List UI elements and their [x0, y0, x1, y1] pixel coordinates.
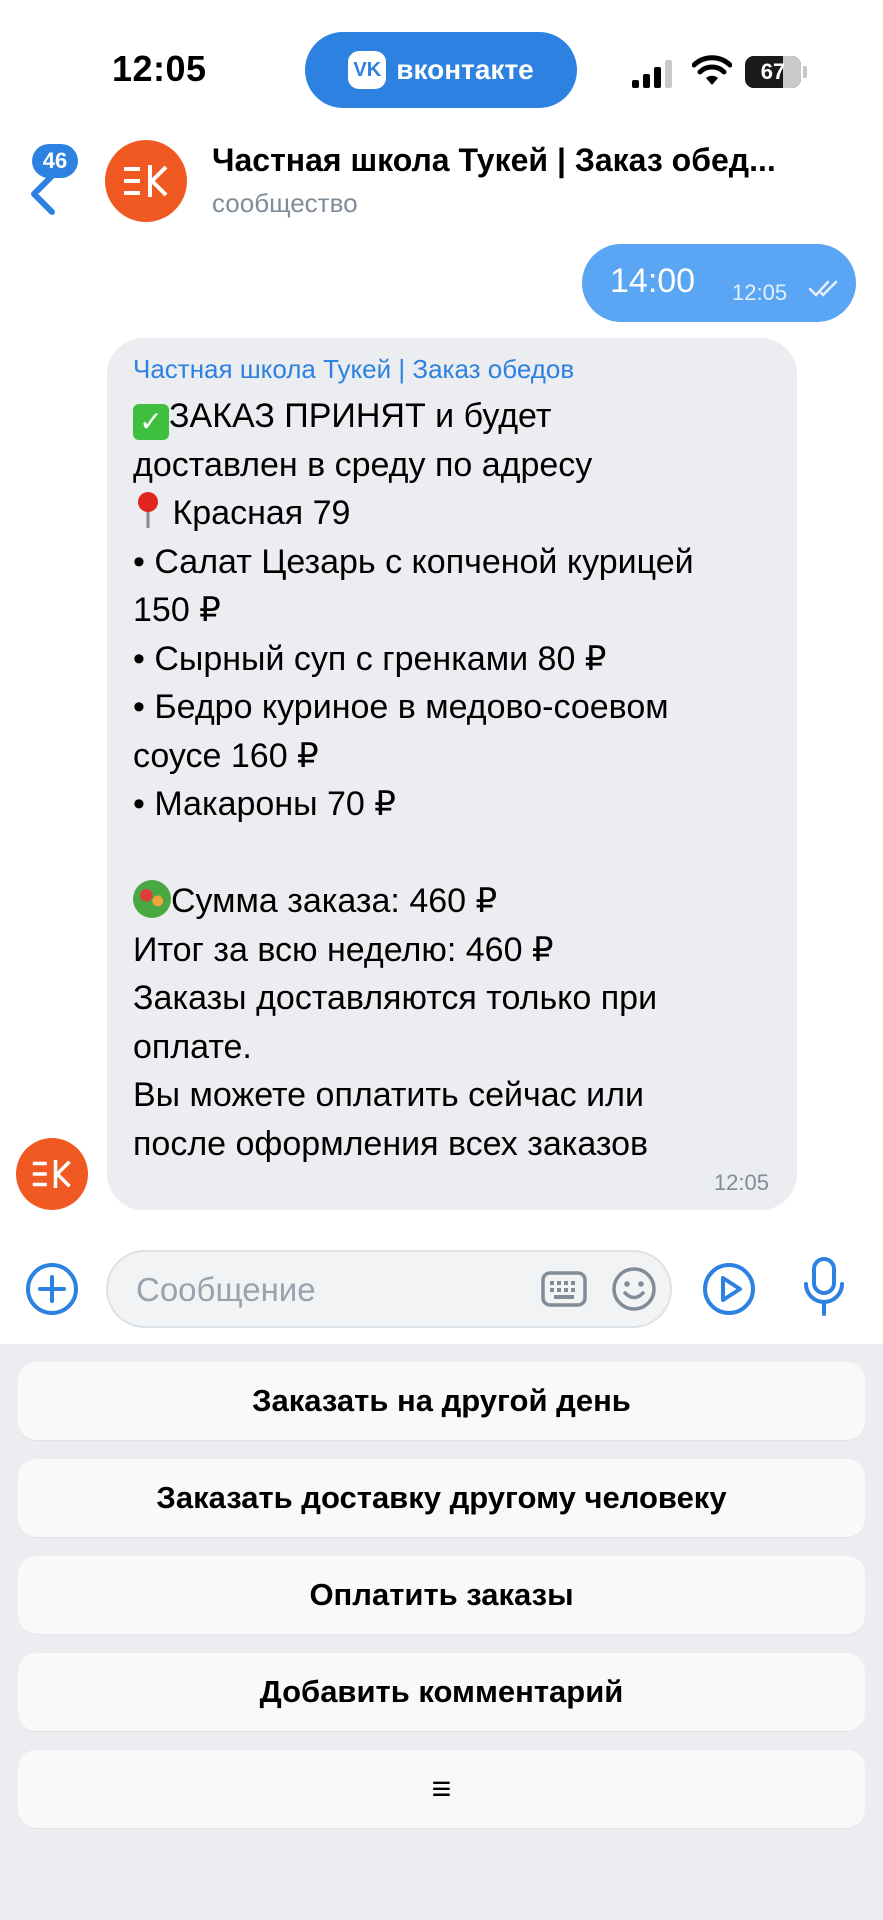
message-line: Заказы доставляются только при	[133, 979, 658, 1017]
plus-circle-icon	[26, 1263, 78, 1315]
message-sender-name[interactable]: Частная школа Тукей | Заказ обедов	[133, 354, 574, 385]
community-avatar[interactable]	[105, 140, 187, 222]
message-input[interactable]	[134, 1252, 518, 1328]
vk-app-pill[interactable]: VK вконтакте	[305, 32, 577, 108]
message-list: 14:00 12:05 Частная школа Тукей | Заказ …	[0, 240, 883, 1220]
incoming-message[interactable]: Частная школа Тукей | Заказ обедов ✓ ЗАКА…	[107, 338, 797, 1210]
map-pin-emoji-icon	[133, 490, 163, 530]
battery-percentage: 67	[760, 59, 786, 84]
sender-avatar[interactable]	[16, 1138, 88, 1210]
vk-logo-icon: VK	[348, 51, 387, 89]
smile-icon	[612, 1267, 656, 1311]
message-line: Вы можете оплатить сейчас или	[133, 1076, 644, 1114]
incoming-message-time: 12:05	[713, 1170, 769, 1195]
message-line: Красная 79	[133, 489, 793, 538]
menu-button[interactable]: ≡	[18, 1750, 865, 1828]
status-bar: 12:05 VK вконтакте 67	[0, 0, 883, 130]
message-line-blank	[133, 829, 793, 878]
message-line: Итог за всю неделю: 460 ₽	[133, 930, 554, 969]
chat-title[interactable]: Частная школа Тукей | Заказ обед...	[212, 142, 852, 179]
message-line: оплате.	[133, 1027, 252, 1066]
composer-bar	[0, 1222, 883, 1344]
message-line: • Бедро куриное в медово-соевом	[133, 688, 669, 726]
send-button[interactable]	[699, 1259, 759, 1319]
attach-button[interactable]	[22, 1259, 82, 1319]
message-line: доставлен в среду по адресу	[133, 445, 593, 484]
keyboard-icon	[541, 1271, 587, 1307]
battery-icon: 67	[745, 56, 801, 88]
add-comment-button[interactable]: Добавить комментарий	[18, 1653, 865, 1731]
bot-keyboard-toggle[interactable]	[534, 1259, 594, 1319]
message-line: Сумма заказа: 460 ₽	[133, 877, 793, 926]
microphone-icon	[804, 1257, 844, 1316]
tukey-logo-icon	[32, 1160, 71, 1188]
order-delivery-other-person-button[interactable]: Заказать доставку другому человеку	[18, 1459, 865, 1537]
tukey-logo-icon	[124, 165, 168, 197]
message-line: • Макароны 70 ₽	[133, 785, 396, 823]
outgoing-message-time: 12:05	[732, 280, 788, 305]
message-line: ✓ ЗАКАЗ ПРИНЯТ и будет	[133, 392, 793, 441]
message-line: 150 ₽	[133, 591, 221, 629]
outgoing-message-text: 14:00	[610, 262, 696, 300]
bot-keyboard: Заказать на другой день Заказать доставк…	[0, 1344, 883, 1920]
outgoing-message[interactable]: 14:00 12:05	[582, 244, 856, 322]
check-mark-emoji-icon: ✓	[133, 404, 169, 440]
order-another-day-button[interactable]: Заказать на другой день	[18, 1362, 865, 1440]
incoming-message-text: ✓ ЗАКАЗ ПРИНЯТ и будет доставлен в среду …	[133, 392, 793, 1168]
message-line: после оформления всех заказов	[133, 1124, 649, 1163]
vk-app-label: вконтакте	[396, 54, 534, 85]
status-time: 12:05	[112, 48, 207, 89]
voice-message-button[interactable]	[794, 1257, 854, 1317]
message-line: соусе 160 ₽	[133, 736, 319, 775]
chat-header: 46 Частная школа Тукей | Заказ обед... с…	[0, 130, 883, 240]
message-line: • Сырный суп с гренками 80 ₽	[133, 639, 607, 678]
wifi-icon	[692, 55, 732, 85]
salad-emoji-icon	[133, 880, 171, 918]
battery-cap	[803, 66, 807, 78]
message-line: • Салат Цезарь с копченой курицей	[133, 542, 694, 581]
cellular-signal-icon	[632, 60, 672, 88]
unread-count-badge[interactable]: 46	[32, 144, 78, 178]
chat-subtitle: сообщество	[212, 188, 358, 218]
message-field[interactable]	[106, 1250, 672, 1328]
double-check-icon	[808, 280, 838, 297]
play-circle-icon	[703, 1263, 755, 1315]
emoji-button[interactable]	[604, 1259, 664, 1319]
pay-orders-button[interactable]: Оплатить заказы	[18, 1556, 865, 1634]
